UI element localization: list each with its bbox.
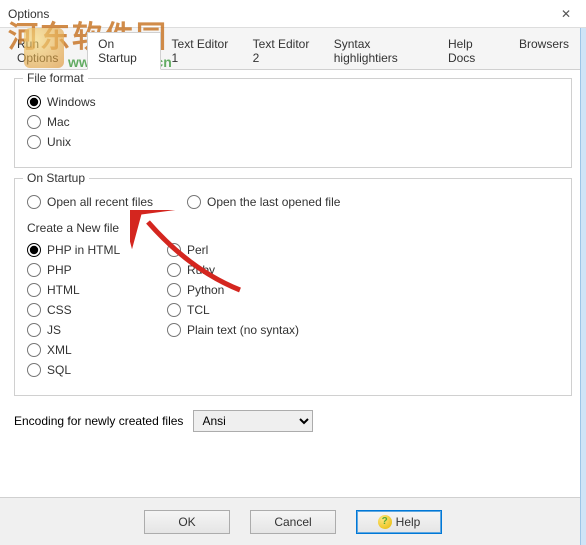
close-button[interactable]: ✕ (546, 0, 586, 28)
tab-on-startup[interactable]: On Startup (87, 32, 160, 70)
tab-browsers[interactable]: Browsers (508, 32, 580, 69)
help-icon: ? (378, 515, 392, 529)
tab-syntax[interactable]: Syntax highlightiers (323, 32, 437, 69)
radio-php[interactable] (27, 263, 41, 277)
on-startup-legend: On Startup (23, 171, 89, 185)
label-xml: XML (47, 343, 72, 357)
radio-perl[interactable] (167, 243, 181, 257)
encoding-label: Encoding for newly created files (14, 414, 183, 428)
tab-text-editor-2[interactable]: Text Editor 2 (242, 32, 323, 69)
create-new-label: Create a New file (27, 221, 559, 235)
tab-strip: Run Options On Startup Text Editor 1 Tex… (0, 28, 586, 70)
label-html: HTML (47, 283, 80, 297)
help-button[interactable]: ? Help (356, 510, 442, 534)
radio-python[interactable] (167, 283, 181, 297)
label-sql: SQL (47, 363, 71, 377)
label-perl: Perl (187, 243, 208, 257)
on-startup-group: On Startup Open all recent files Open th… (14, 178, 572, 396)
encoding-select[interactable]: Ansi (193, 410, 313, 432)
window-title: Options (8, 7, 49, 21)
ok-button[interactable]: OK (144, 510, 230, 534)
radio-ruby[interactable] (167, 263, 181, 277)
label-mac: Mac (47, 115, 70, 129)
tab-text-editor-1[interactable]: Text Editor 1 (161, 32, 242, 69)
encoding-row: Encoding for newly created files Ansi (14, 410, 572, 432)
radio-css[interactable] (27, 303, 41, 317)
radio-plain[interactable] (167, 323, 181, 337)
close-icon: ✕ (561, 7, 571, 21)
tab-run-options[interactable]: Run Options (6, 32, 87, 69)
label-tcl: TCL (187, 303, 210, 317)
button-bar: OK Cancel ? Help (0, 497, 586, 545)
titlebar: Options ✕ (0, 0, 586, 28)
label-unix: Unix (47, 135, 71, 149)
file-format-legend: File format (23, 71, 88, 85)
label-php: PHP (47, 263, 72, 277)
cancel-button[interactable]: Cancel (250, 510, 336, 534)
radio-unix[interactable] (27, 135, 41, 149)
file-format-group: File format Windows Mac Unix (14, 78, 572, 168)
radio-open-last[interactable] (187, 195, 201, 209)
tab-help-docs[interactable]: Help Docs (437, 32, 508, 69)
label-python: Python (187, 283, 224, 297)
ok-label: OK (178, 515, 195, 529)
label-css: CSS (47, 303, 72, 317)
radio-php-in-html[interactable] (27, 243, 41, 257)
radio-sql[interactable] (27, 363, 41, 377)
tab-content: File format Windows Mac Unix On Startup … (0, 70, 586, 432)
cancel-label: Cancel (274, 515, 311, 529)
label-php-in-html: PHP in HTML (47, 243, 120, 257)
radio-html[interactable] (27, 283, 41, 297)
radio-open-all-recent[interactable] (27, 195, 41, 209)
label-windows: Windows (47, 95, 96, 109)
radio-windows[interactable] (27, 95, 41, 109)
label-open-all-recent: Open all recent files (47, 195, 153, 209)
window-right-border (580, 28, 586, 545)
radio-js[interactable] (27, 323, 41, 337)
label-open-last: Open the last opened file (207, 195, 340, 209)
radio-tcl[interactable] (167, 303, 181, 317)
label-plain: Plain text (no syntax) (187, 323, 299, 337)
label-ruby: Ruby (187, 263, 215, 277)
radio-mac[interactable] (27, 115, 41, 129)
radio-xml[interactable] (27, 343, 41, 357)
help-label: Help (396, 515, 421, 529)
label-js: JS (47, 323, 61, 337)
